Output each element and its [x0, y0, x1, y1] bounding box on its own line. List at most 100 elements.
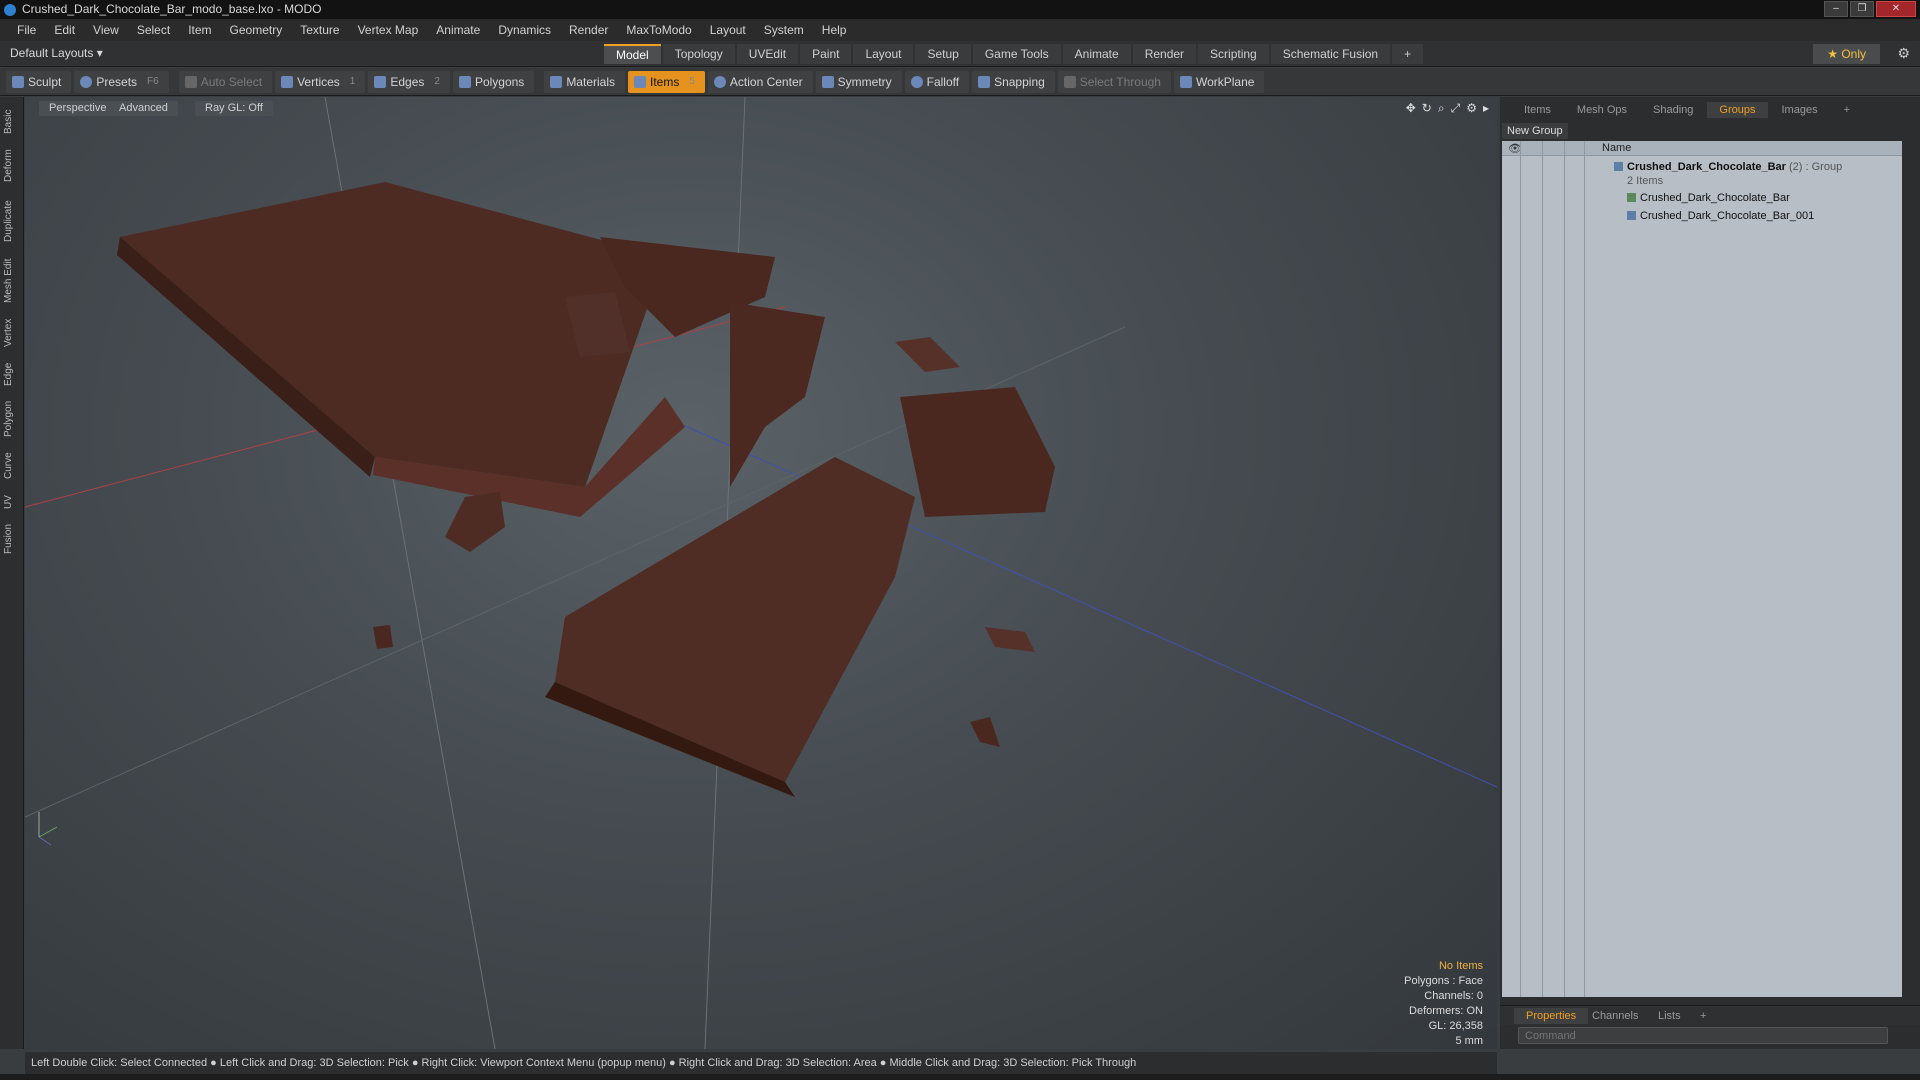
bottom-strip [0, 1074, 1920, 1080]
tab-game-tools[interactable]: Game Tools [972, 44, 1061, 64]
menu-animate[interactable]: Animate [427, 19, 489, 41]
add-panel-tab-button[interactable]: + [1832, 102, 1862, 118]
materials-button[interactable]: Materials [544, 70, 625, 93]
snapping-icon [978, 75, 991, 88]
chocolate-fragment [730, 302, 825, 487]
layout-bar: Default Layouts ▾ Model Topology UVEdit … [0, 41, 1920, 67]
tab-render[interactable]: Render [1132, 44, 1197, 64]
left-tab-vertex[interactable]: Vertex [3, 315, 21, 351]
action-center-button[interactable]: Action Center [707, 70, 813, 93]
close-button[interactable]: ✕ [1876, 1, 1916, 17]
left-tab-duplicate[interactable]: Duplicate [3, 195, 21, 247]
tab-uvedit[interactable]: UVEdit [736, 44, 799, 64]
vertices-button[interactable]: Vertices 1 [275, 70, 366, 93]
raygl-toggle[interactable]: Ray GL: Off [195, 101, 273, 116]
properties-tabs: Properties Channels Lists + [1500, 1005, 1920, 1025]
menu-dynamics[interactable]: Dynamics [489, 19, 560, 41]
left-tab-curve[interactable]: Curve [3, 449, 21, 483]
viewport-expand-icon[interactable]: ▸ [1483, 101, 1489, 116]
layout-tabs: Model Topology UVEdit Paint Layout Setup… [604, 44, 1424, 64]
tab-lists[interactable]: Lists [1646, 1008, 1693, 1024]
menu-edit[interactable]: Edit [45, 19, 84, 41]
tab-properties[interactable]: Properties [1514, 1008, 1589, 1024]
menu-item[interactable]: Item [179, 19, 220, 41]
select-through-button[interactable]: Select Through [1057, 70, 1171, 93]
tab-channels[interactable]: Channels [1580, 1008, 1650, 1024]
chocolate-crumb [373, 625, 393, 649]
left-tab-fusion[interactable]: Fusion [3, 521, 21, 557]
tab-schematic-fusion[interactable]: Schematic Fusion [1270, 44, 1391, 64]
menu-geometry[interactable]: Geometry [221, 19, 292, 41]
add-properties-tab-button[interactable]: + [1688, 1008, 1718, 1024]
menu-view[interactable]: View [84, 19, 128, 41]
presets-button[interactable]: Presets F6 [74, 70, 169, 93]
minimize-button[interactable]: ‒ [1824, 1, 1848, 17]
tab-groups[interactable]: Groups [1707, 102, 1768, 118]
grid-unit-label: 5 mm [1455, 1035, 1484, 1047]
tab-layout[interactable]: Layout [853, 44, 914, 64]
viewport-settings-icon[interactable]: ⚙ [1466, 101, 1477, 116]
3d-viewport[interactable]: Perspective Advanced Ray GL: Off ✥ ↻ ⌕ ⤢… [25, 97, 1497, 1049]
auto-select-button[interactable]: Auto Select [178, 70, 273, 93]
new-group-button[interactable]: New Group [1502, 123, 1568, 139]
menu-help[interactable]: Help [813, 19, 856, 41]
menu-file[interactable]: File [8, 19, 45, 41]
left-tab-basic[interactable]: Basic [3, 105, 21, 139]
menu-texture[interactable]: Texture [291, 19, 348, 41]
rotate-view-icon[interactable]: ↻ [1422, 101, 1432, 116]
action-center-icon [713, 75, 726, 88]
chocolate-fragment [895, 337, 960, 372]
tab-shading[interactable]: Shading [1641, 102, 1705, 118]
items-button[interactable]: Items 5 [628, 70, 705, 93]
snapping-button[interactable]: Snapping [972, 70, 1055, 93]
move-view-icon[interactable]: ✥ [1406, 101, 1416, 116]
menu-layout[interactable]: Layout [701, 19, 755, 41]
menu-vertex-map[interactable]: Vertex Map [349, 19, 428, 41]
group-row[interactable]: Crushed_Dark_Chocolate_Bar (2) : Group [1614, 161, 1842, 173]
tab-model[interactable]: Model [604, 44, 661, 64]
no-items-label: No Items [1438, 960, 1483, 972]
left-tab-polygon[interactable]: Polygon [3, 397, 21, 441]
command-input[interactable] [1518, 1027, 1888, 1044]
tab-scripting[interactable]: Scripting [1198, 44, 1269, 64]
viewport-header: Perspective Advanced Ray GL: Off ✥ ↻ ⌕ ⤢… [25, 101, 1497, 117]
gl-count-label: GL: 26,358 [1428, 1020, 1483, 1032]
list-item[interactable]: Crushed_Dark_Chocolate_Bar_001 [1627, 210, 1814, 222]
maximize-button[interactable]: ❐ [1850, 1, 1874, 17]
gear-icon[interactable]: ⚙ [1897, 45, 1910, 62]
menu-system[interactable]: System [755, 19, 813, 41]
left-tab-uv[interactable]: UV [3, 491, 21, 513]
only-toggle[interactable]: ★ Only [1813, 44, 1880, 64]
menu-maxtomodo[interactable]: MaxToModo [617, 19, 700, 41]
falloff-button[interactable]: Falloff [904, 70, 970, 93]
left-tab-edge[interactable]: Edge [3, 359, 21, 389]
symmetry-button[interactable]: Symmetry [815, 70, 902, 93]
perspective-dropdown[interactable]: Perspective [39, 101, 117, 116]
tab-items[interactable]: Items [1512, 102, 1563, 118]
right-panel-tabs: Items Mesh Ops Shading Groups Images + [1500, 101, 1920, 119]
polygons-button[interactable]: Polygons [452, 70, 535, 93]
menu-select[interactable]: Select [128, 19, 179, 41]
tab-images[interactable]: Images [1770, 102, 1830, 118]
left-tab-mesh-edit[interactable]: Mesh Edit [3, 255, 21, 307]
workplane-button[interactable]: WorkPlane [1173, 70, 1265, 93]
tab-setup[interactable]: Setup [915, 44, 971, 64]
tab-animate[interactable]: Animate [1062, 44, 1131, 64]
fit-view-icon[interactable]: ⤢ [1451, 101, 1461, 116]
polygons-icon [458, 75, 471, 88]
tab-paint[interactable]: Paint [800, 44, 852, 64]
name-column-header[interactable]: Name [1602, 142, 1631, 154]
edges-button[interactable]: Edges 2 [368, 70, 450, 93]
default-layouts-dropdown[interactable]: Default Layouts ▾ [10, 46, 103, 60]
zoom-view-icon[interactable]: ⌕ [1438, 101, 1445, 116]
sculpt-button[interactable]: Sculpt [6, 70, 72, 93]
advanced-dropdown[interactable]: Advanced [109, 101, 178, 116]
add-tab-button[interactable]: + [1392, 44, 1424, 64]
tab-topology[interactable]: Topology [662, 44, 735, 64]
group-suffix: (2) : Group [1785, 161, 1843, 173]
list-item[interactable]: Crushed_Dark_Chocolate_Bar [1627, 192, 1790, 204]
group-name: Crushed_Dark_Chocolate_Bar [1627, 161, 1786, 173]
menu-render[interactable]: Render [560, 19, 617, 41]
tab-mesh-ops[interactable]: Mesh Ops [1565, 102, 1639, 118]
left-tab-deform[interactable]: Deform [3, 145, 21, 187]
